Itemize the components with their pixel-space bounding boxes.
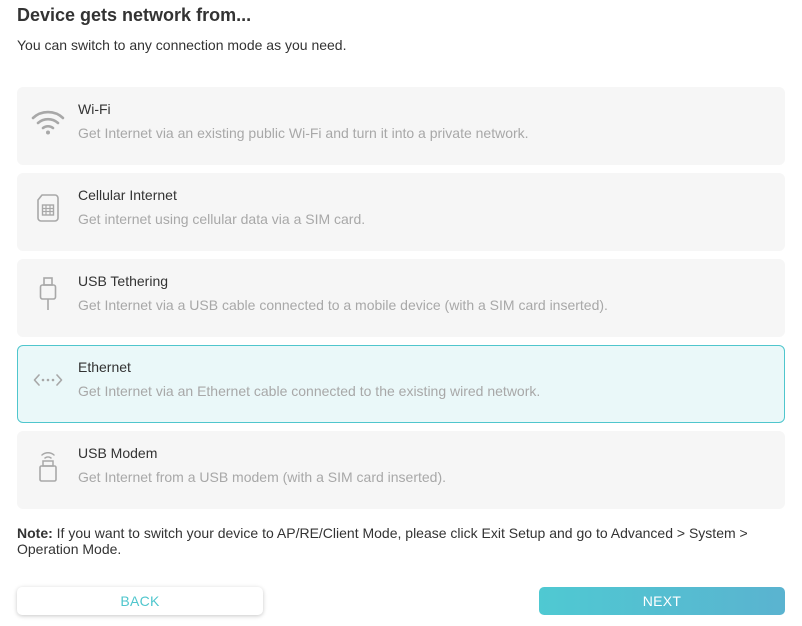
note-body: If you want to switch your device to AP/… [17, 525, 748, 557]
option-title: Wi-Fi [78, 101, 111, 117]
back-button[interactable]: BACK [17, 587, 263, 615]
wifi-icon [30, 104, 66, 140]
option-ethernet[interactable]: Ethernet Get Internet via an Ethernet ca… [17, 345, 785, 423]
option-wifi[interactable]: Wi-Fi Get Internet via an existing publi… [17, 87, 785, 165]
usb-modem-icon [30, 448, 66, 484]
connection-options-list: Wi-Fi Get Internet via an existing publi… [17, 87, 785, 517]
next-button[interactable]: NEXT [539, 587, 785, 615]
connection-mode-page: Device gets network from... You can swit… [0, 0, 802, 626]
note-text: Note: If you want to switch your device … [17, 525, 777, 557]
page-title: Device gets network from... [17, 5, 252, 25]
option-description: Get Internet via a USB cable connected t… [78, 297, 608, 313]
option-cellular-internet[interactable]: Cellular Internet Get internet using cel… [17, 173, 785, 251]
option-title: USB Tethering [78, 273, 169, 289]
option-description: Get Internet from a USB modem (with a SI… [78, 469, 447, 485]
option-usb-tethering[interactable]: USB Tethering Get Internet via a USB cab… [17, 259, 785, 337]
ethernet-icon [30, 362, 66, 398]
usb-cable-icon [30, 276, 66, 312]
sim-card-icon [30, 190, 66, 226]
option-title: Ethernet [78, 359, 131, 375]
option-usb-modem[interactable]: USB Modem Get Internet from a USB modem … [17, 431, 785, 509]
note-label: Note: [17, 525, 53, 541]
option-description: Get Internet via an Ethernet cable conne… [78, 383, 541, 399]
option-title: USB Modem [78, 445, 158, 461]
page-subtitle: You can switch to any connection mode as… [17, 37, 347, 53]
option-title: Cellular Internet [78, 187, 177, 203]
option-description: Get Internet via an existing public Wi-F… [78, 125, 529, 141]
option-description: Get internet using cellular data via a S… [78, 211, 366, 227]
